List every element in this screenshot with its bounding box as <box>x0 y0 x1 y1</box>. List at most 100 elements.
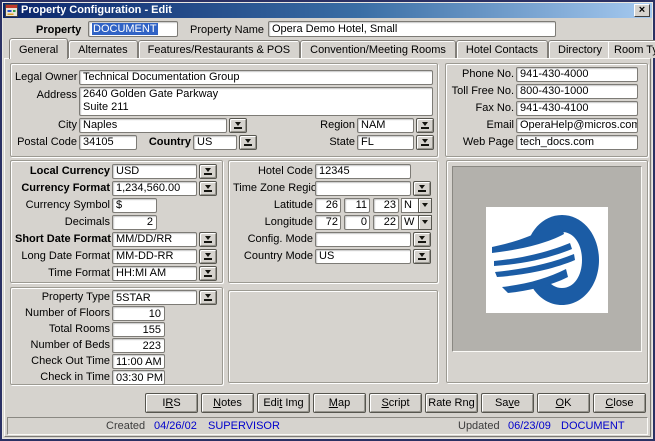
config-mode-label: Config. Mode <box>233 233 315 246</box>
local-currency-field[interactable]: USD <box>112 164 197 179</box>
property-type-field[interactable]: 5STAR <box>112 290 197 305</box>
map-button[interactable]: Map <box>313 393 366 413</box>
latitude-direction-combo[interactable]: N <box>401 198 432 213</box>
check-out-time-field[interactable]: 11:00 AM <box>112 354 165 369</box>
created-date: 04/26/02 <box>154 420 197 432</box>
fax-field[interactable]: 941-430-4100 <box>516 101 638 116</box>
latitude-direction-dropdown-icon[interactable] <box>418 198 432 213</box>
longitude-seconds-field[interactable]: 22 <box>373 215 399 230</box>
legal-owner-field[interactable]: Technical Documentation Group <box>79 70 433 85</box>
property-name-field[interactable]: Opera Demo Hotel, Small <box>268 21 556 37</box>
currency-format-field[interactable]: 1,234,560.00 <box>112 181 197 196</box>
longitude-direction-dropdown-icon[interactable] <box>418 215 432 230</box>
postal-code-field[interactable]: 34105 <box>79 135 137 150</box>
phone-field[interactable]: 941-430-4000 <box>516 67 638 82</box>
property-configuration-window: Property Configuration - Edit × Property… <box>0 0 655 441</box>
hotel-code-field[interactable]: 12345 <box>315 164 411 179</box>
property-field[interactable]: DOCUMENT <box>88 21 178 37</box>
currency-format-lov-button[interactable] <box>199 181 217 196</box>
close-button[interactable]: Close <box>593 393 646 413</box>
total-rooms-field[interactable]: 155 <box>112 322 165 337</box>
country-mode-field[interactable]: US <box>315 249 411 264</box>
tab-features-restaurants-pos[interactable]: Features/Restaurants & POS <box>138 40 300 58</box>
empty-group <box>228 290 438 383</box>
country-field[interactable]: US <box>193 135 237 150</box>
check-in-time-field[interactable]: 03:30 PM <box>112 370 165 385</box>
created-by: SUPERVISOR <box>208 420 280 432</box>
latitude-seconds-field[interactable]: 23 <box>373 198 399 213</box>
short-date-format-lov-button[interactable] <box>199 232 217 247</box>
latitude-minutes-field[interactable]: 11 <box>344 198 370 213</box>
longitude-minutes-field[interactable]: 0 <box>344 215 370 230</box>
config-mode-lov-button[interactable] <box>413 232 431 247</box>
time-format-field[interactable]: HH:MI AM <box>112 266 197 281</box>
currency-symbol-field[interactable]: $ <box>112 198 157 213</box>
phone-label: Phone No. <box>450 68 516 81</box>
tab-hotel-contacts[interactable]: Hotel Contacts <box>456 40 548 58</box>
region-lov-button[interactable] <box>416 118 434 133</box>
property-type-lov-button[interactable] <box>199 290 217 305</box>
city-lov-button[interactable] <box>229 118 247 133</box>
country-mode-lov-button[interactable] <box>413 249 431 264</box>
property-type-label: Property Type <box>15 291 112 304</box>
notes-button[interactable]: Notes <box>201 393 254 413</box>
script-button[interactable]: Script <box>369 393 422 413</box>
window-title: Property Configuration - Edit <box>21 4 634 17</box>
toll-free-label: Toll Free No. <box>450 85 516 98</box>
toll-free-field[interactable]: 800-430-1000 <box>516 84 638 99</box>
address-line-2: Suite 211 <box>83 101 429 114</box>
tab-directory[interactable]: Directory <box>548 40 608 58</box>
tab-room-types[interactable]: Room Types <box>608 40 655 58</box>
time-format-label: Time Format <box>15 267 112 280</box>
close-icon[interactable]: × <box>634 4 650 17</box>
region-field[interactable]: NAM <box>357 118 414 133</box>
decimals-field[interactable]: 2 <box>112 215 157 230</box>
number-of-beds-field[interactable]: 223 <box>112 338 165 353</box>
address-field[interactable]: 2640 Golden Gate Parkway Suite 211 <box>79 87 433 116</box>
state-field[interactable]: FL <box>357 135 414 150</box>
fax-label: Fax No. <box>450 102 516 115</box>
short-date-format-field[interactable]: MM/DD/RR <box>112 232 197 247</box>
currency-group: Local Currency USD Currency Format 1,234… <box>10 160 223 283</box>
property-name-label: Property Name <box>190 24 266 37</box>
city-field[interactable]: Naples <box>79 118 227 133</box>
state-lov-button[interactable] <box>416 135 434 150</box>
email-field[interactable]: OperaHelp@micros.com <box>516 118 638 133</box>
action-button-row: IRS Notes Edit Img Map Script Rate Rng S… <box>145 393 646 413</box>
time-zone-region-field[interactable] <box>315 181 411 196</box>
status-bar: Created 04/26/02 SUPERVISOR Updated 06/2… <box>7 417 648 435</box>
longitude-degrees-field[interactable]: 72 <box>315 215 341 230</box>
longitude-direction-value: W <box>401 215 418 230</box>
config-mode-field[interactable] <box>315 232 411 247</box>
edit-img-button[interactable]: Edit Img <box>257 393 310 413</box>
legal-owner-label: Legal Owner <box>15 71 79 84</box>
tab-general[interactable]: General <box>9 38 68 59</box>
tab-convention-meeting-rooms[interactable]: Convention/Meeting Rooms <box>300 40 456 58</box>
tab-alternates[interactable]: Alternates <box>68 40 138 58</box>
long-date-format-lov-button[interactable] <box>199 249 217 264</box>
long-date-format-label: Long Date Format <box>15 250 112 263</box>
tab-bar: General Alternates Features/Restaurants … <box>9 38 655 58</box>
longitude-direction-combo[interactable]: W <box>401 215 432 230</box>
contact-group: Phone No. 941-430-4000 Toll Free No. 800… <box>445 63 648 157</box>
irs-button[interactable]: IRS <box>145 393 198 413</box>
state-label: State <box>319 136 357 149</box>
local-currency-lov-button[interactable] <box>199 164 217 179</box>
latitude-degrees-field[interactable]: 26 <box>315 198 341 213</box>
number-of-floors-field[interactable]: 10 <box>112 306 165 321</box>
web-page-field[interactable]: tech_docs.com <box>516 135 638 150</box>
country-lov-button[interactable] <box>239 135 257 150</box>
short-date-format-label: Short Date Format <box>15 233 112 246</box>
title-bar[interactable]: Property Configuration - Edit × <box>3 3 652 18</box>
web-page-label: Web Page <box>450 136 516 149</box>
time-zone-region-label: Time Zone Region <box>233 182 315 195</box>
hotel-logo-image <box>486 207 608 313</box>
time-zone-region-lov-button[interactable] <box>413 181 431 196</box>
address-group: Legal Owner Technical Documentation Grou… <box>10 63 438 157</box>
logo-image-well <box>452 166 642 352</box>
long-date-format-field[interactable]: MM-DD-RR <box>112 249 197 264</box>
time-format-lov-button[interactable] <box>199 266 217 281</box>
rate-rng-button[interactable]: Rate Rng <box>425 393 478 413</box>
save-button[interactable]: Save <box>481 393 534 413</box>
ok-button[interactable]: OK <box>537 393 590 413</box>
